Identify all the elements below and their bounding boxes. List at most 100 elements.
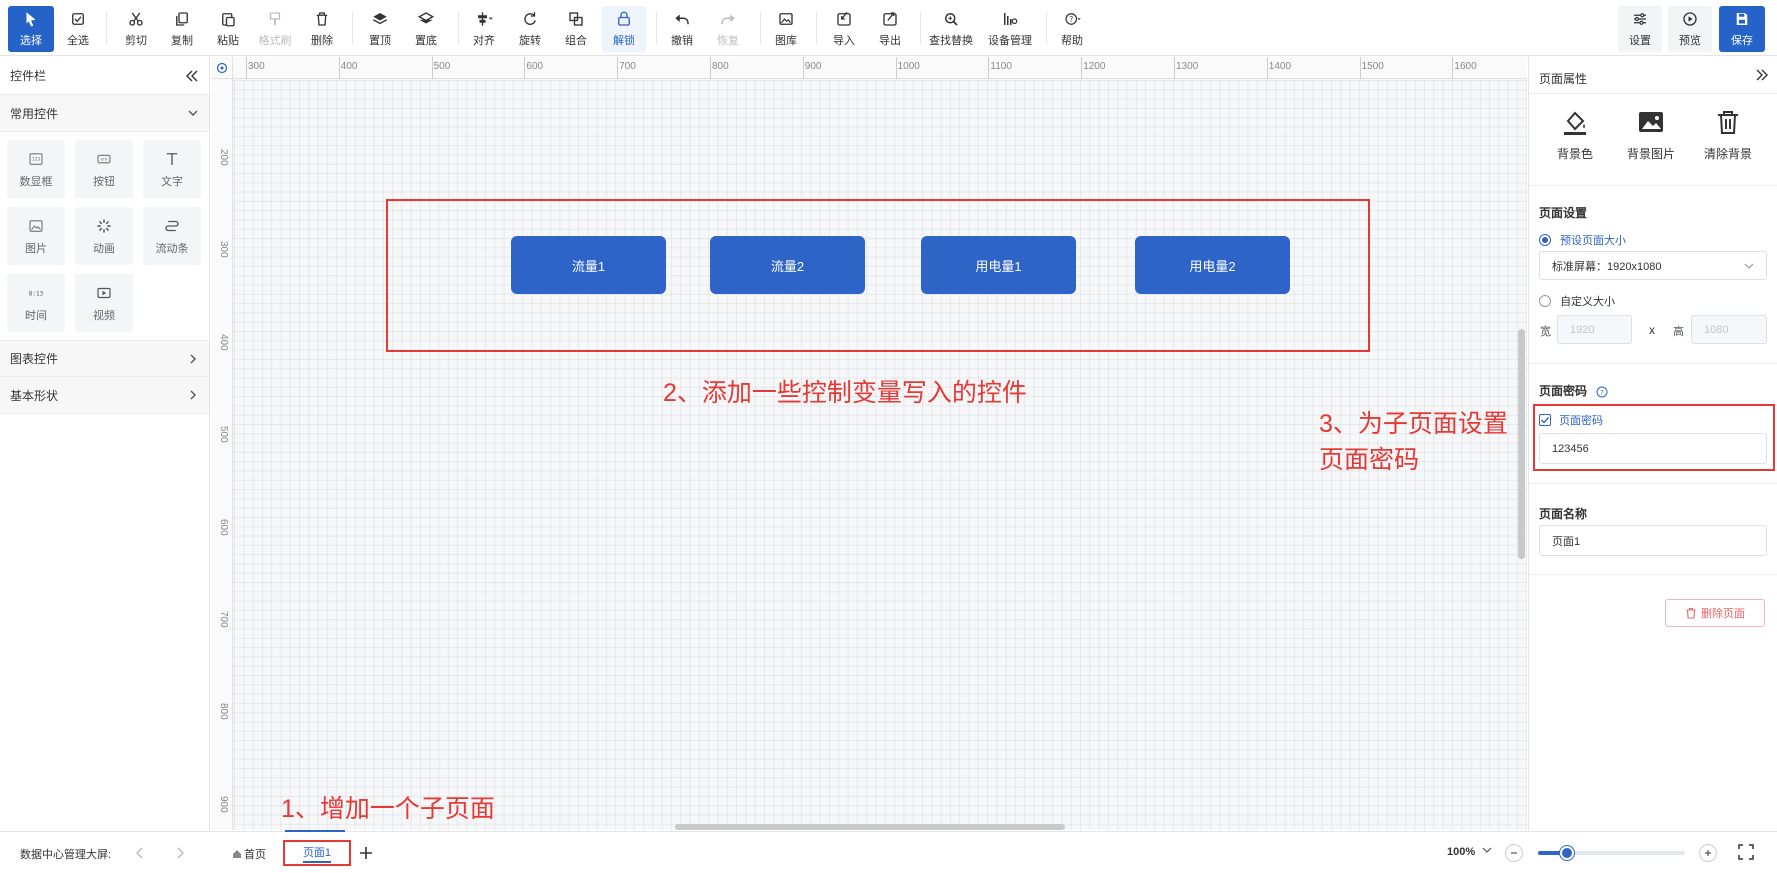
widget-button[interactable]: BTN 按钮 (75, 140, 133, 198)
chevron-down-icon (1744, 263, 1754, 269)
redo-button[interactable]: 恢复 (706, 6, 750, 52)
widget-video[interactable]: 视频 (75, 274, 133, 332)
canvas-button-flow1[interactable]: 流量1 (511, 236, 666, 294)
page-password-heading: 页面密码 ? (1539, 382, 1608, 399)
collapse-left-icon[interactable] (185, 69, 199, 83)
custom-size-radio[interactable]: 自定义大小 (1539, 293, 1615, 309)
height-label: 高 (1673, 326, 1684, 338)
background-image-button[interactable]: 背景图片 (1616, 107, 1686, 162)
settings-button[interactable]: 设置 (1618, 6, 1662, 52)
widget-display-box[interactable]: 123 数显框 (7, 140, 65, 198)
add-page-button[interactable] (356, 843, 376, 863)
design-canvas[interactable]: 300 400 500 600 700 800 900 1000 1100 1200 1300 140… (211, 57, 1527, 830)
basic-shapes-section[interactable]: 基本形状 (0, 377, 209, 414)
tab-home[interactable]: 首页 (232, 843, 266, 865)
align-icon (478, 12, 493, 26)
fullscreen-icon[interactable] (1738, 844, 1754, 860)
scissors-icon (129, 12, 143, 26)
toolbar-divider (106, 12, 107, 44)
floppy-disk-icon (1736, 13, 1748, 25)
common-widgets-section[interactable]: 常用控件 (0, 95, 209, 132)
sliders-icon (1634, 13, 1646, 25)
device-mgmt-button[interactable]: 设备管理 (982, 6, 1038, 52)
zoom-out-button[interactable] (1505, 844, 1523, 862)
ruler-tick-label: 700 (619, 61, 636, 72)
page-name-input[interactable]: 页面1 (1539, 525, 1767, 556)
send-bottom-button[interactable]: 置底 (404, 6, 448, 52)
page-password-input[interactable]: 123456 (1539, 433, 1767, 464)
widget-image[interactable]: 图片 (7, 207, 65, 265)
align-button[interactable]: 对齐 (462, 6, 506, 52)
widget-text[interactable]: 文字 (143, 140, 201, 198)
paste-button[interactable]: 粘贴 (206, 6, 250, 52)
ruler-tick-mark (1452, 57, 1454, 79)
rotate-button[interactable]: 旋转 (508, 6, 552, 52)
common-widgets-grid: 123 数显框 BTN 按钮 文字 图片 动画 流动条 8:13 时间 视频 (0, 132, 209, 338)
page-properties-title: 页面属性 (1539, 72, 1588, 86)
ruler-tick-label: 900 (804, 61, 822, 72)
ruler-tick-label: 1500 (1361, 61, 1384, 72)
tab-page1[interactable]: 页面1 (283, 840, 351, 866)
zoom-select[interactable]: 100% (1447, 845, 1492, 858)
collapse-right-icon[interactable] (1755, 68, 1769, 82)
copy-icon (176, 12, 188, 26)
help-circle-icon[interactable]: ? (1596, 386, 1608, 398)
ruler-origin[interactable] (211, 57, 233, 79)
toolbar-divider (920, 12, 921, 44)
undo-button[interactable]: 撤销 (660, 6, 704, 52)
clear-background-button[interactable]: 清除背景 (1693, 107, 1763, 162)
widget-animation[interactable]: 动画 (75, 207, 133, 265)
zoom-slider-thumb[interactable] (1560, 846, 1575, 860)
gallery-button[interactable]: 图库 (764, 6, 808, 52)
zoom-in-button[interactable] (1699, 844, 1717, 862)
text-t-icon (166, 152, 178, 165)
canvas-button-power1[interactable]: 用电量1 (921, 236, 1076, 294)
ruler-tick-label: 1600 (1454, 61, 1477, 72)
ruler-tick-label: 200 (218, 149, 229, 166)
zoom-slider[interactable] (1538, 846, 1685, 860)
chevron-left-icon[interactable] (134, 846, 146, 860)
ruler-tick-mark (895, 57, 897, 79)
width-input[interactable]: 1920 (1557, 315, 1632, 344)
select-button[interactable]: 选择 (8, 6, 54, 52)
import-button[interactable]: 导入 (822, 6, 866, 52)
vertical-scrollbar[interactable] (1518, 329, 1525, 559)
paint-bucket-icon (1564, 111, 1586, 135)
redo-icon (721, 14, 735, 25)
cut-button[interactable]: 剪切 (114, 6, 158, 52)
ruler-tick-label: 1000 (897, 61, 920, 72)
preview-button[interactable]: 预览 (1668, 6, 1712, 52)
page-settings-heading: 页面设置 (1539, 206, 1588, 220)
copy-button[interactable]: 复制 (160, 6, 204, 52)
widget-flow-bar[interactable]: 流动条 (143, 207, 201, 265)
bring-top-button[interactable]: 置顶 (358, 6, 402, 52)
ruler-tick-mark (338, 57, 340, 79)
group-button[interactable]: 组合 (554, 6, 598, 52)
svg-text:BTN: BTN (101, 157, 108, 161)
preset-size-select[interactable]: 标准屏幕：1920x1080 (1539, 251, 1767, 280)
canvas-button-power2[interactable]: 用电量2 (1135, 236, 1290, 294)
find-replace-button[interactable]: 查找替换 (924, 6, 978, 52)
unlock-button[interactable]: 解锁 (602, 6, 646, 52)
canvas-button-flow2[interactable]: 流量2 (710, 236, 865, 294)
ruler-tick-mark (617, 57, 619, 79)
svg-text:?: ? (1069, 15, 1073, 24)
page-password-checkbox[interactable]: 页面密码 (1539, 412, 1603, 428)
preset-size-radio[interactable]: 预设页面大小 (1539, 232, 1626, 248)
chevron-right-icon[interactable] (174, 846, 186, 860)
widget-time[interactable]: 8:13 时间 (7, 274, 65, 332)
export-button[interactable]: 导出 (868, 6, 912, 52)
select-all-button[interactable]: 全选 (56, 6, 100, 52)
save-button[interactable]: 保存 (1719, 6, 1765, 52)
numeric-display-icon: 123 (29, 152, 43, 165)
horizontal-scrollbar[interactable] (675, 824, 1065, 830)
format-brush-button[interactable]: 格式刷 (252, 6, 298, 52)
delete-page-button[interactable]: 删除页面 (1665, 599, 1765, 627)
height-input[interactable]: 1080 (1691, 315, 1767, 344)
ruler-tick-mark (1081, 57, 1083, 79)
chart-widgets-section[interactable]: 图表控件 (0, 340, 209, 377)
delete-button[interactable]: 删除 (300, 6, 344, 52)
brush-icon (269, 12, 281, 25)
background-color-button[interactable]: 背景色 (1540, 107, 1610, 162)
help-button[interactable]: ? 帮助 (1050, 6, 1094, 52)
